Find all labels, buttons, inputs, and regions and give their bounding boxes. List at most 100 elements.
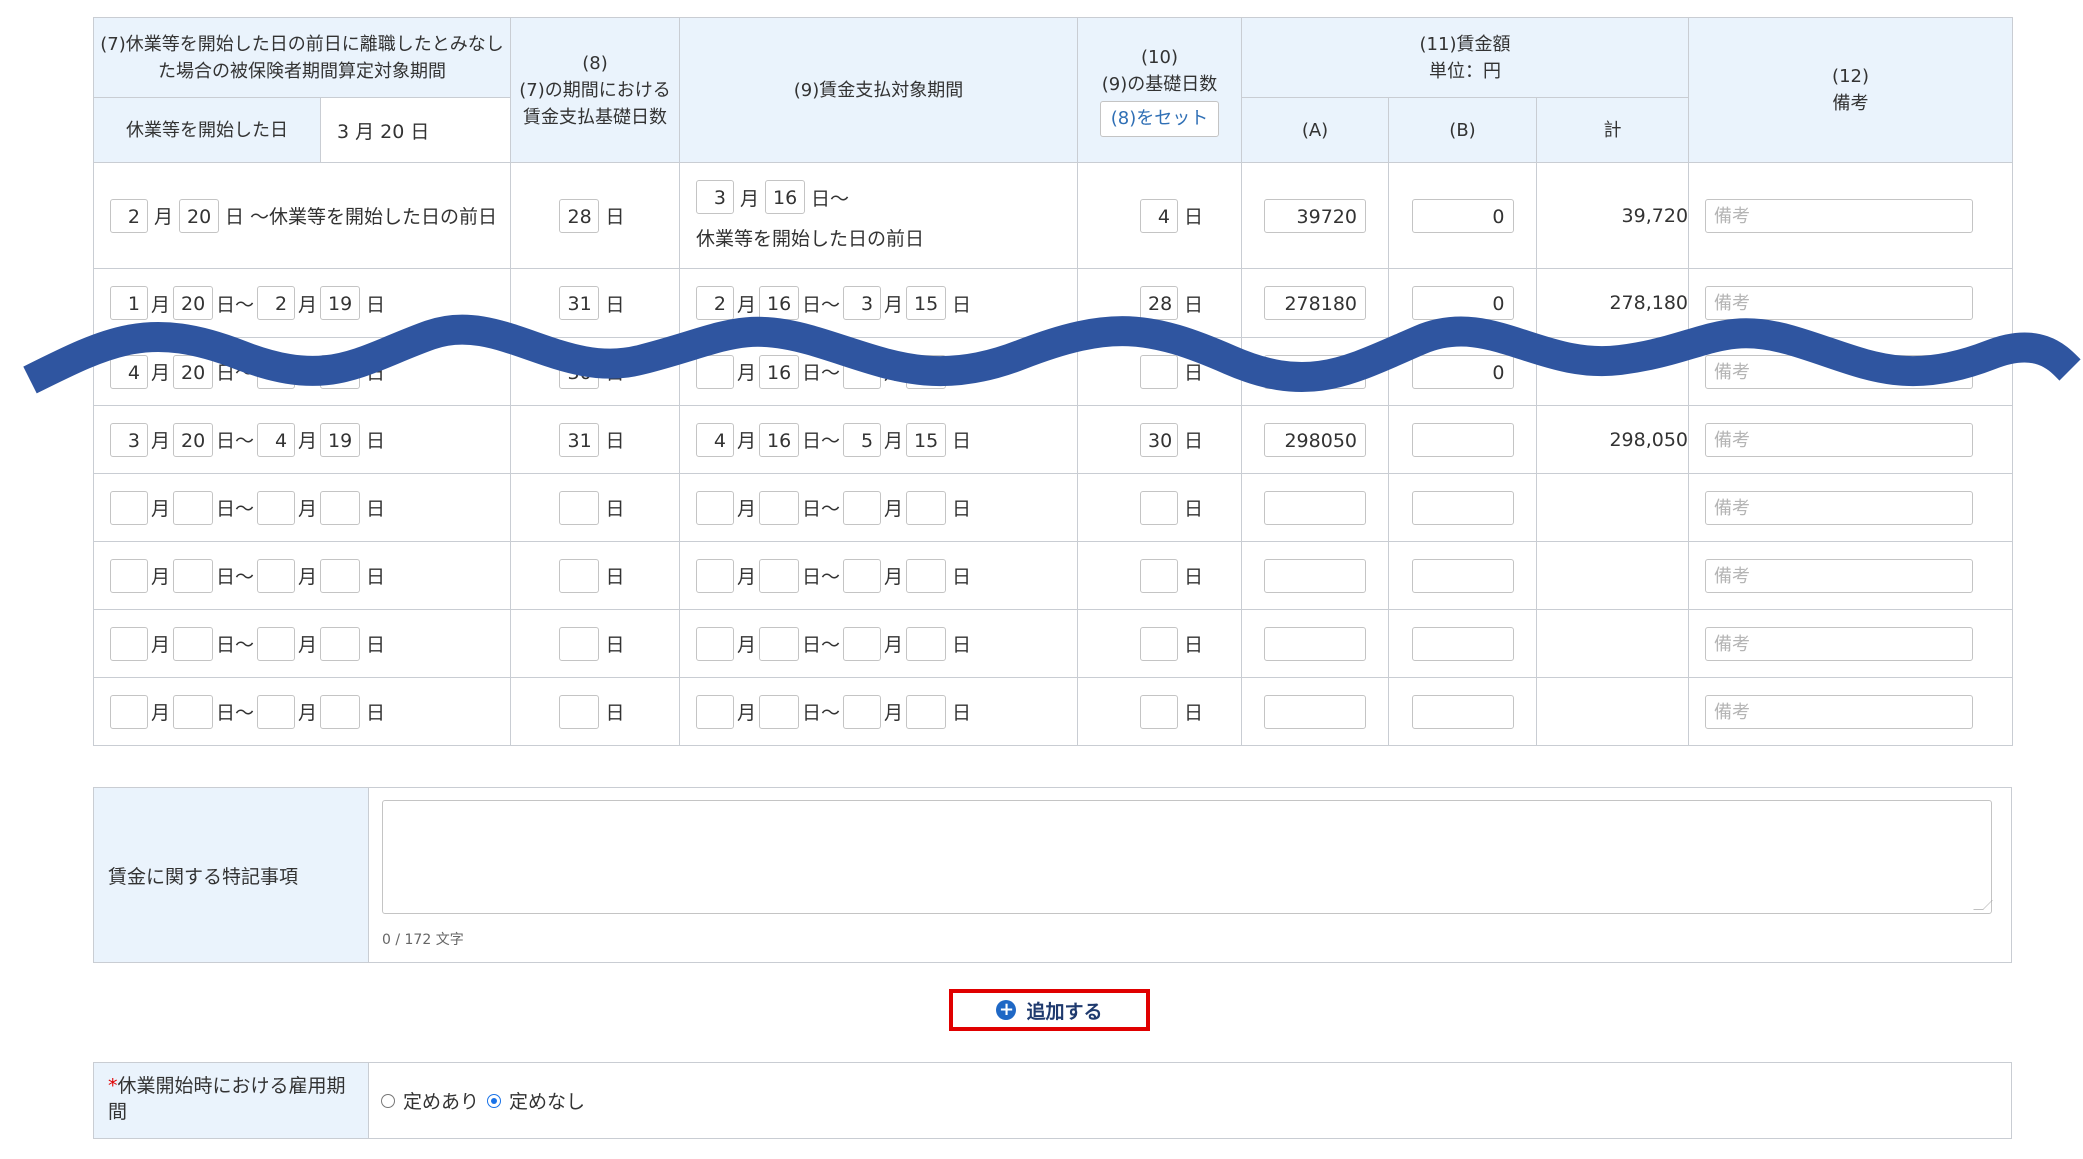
p7-to-day-input[interactable] [320,558,361,593]
p9-from-day-input[interactable] [759,626,800,661]
p7-from-day-input[interactable] [173,490,214,525]
radio-no-fixed-term[interactable]: 定めなし [487,1087,585,1114]
days8-input[interactable] [559,694,600,729]
p9-from-month-input[interactable] [696,354,734,389]
days10-input[interactable] [1139,490,1178,525]
days10-input[interactable] [1139,694,1178,729]
p9-from-day-input[interactable] [759,558,800,593]
amount-a-input[interactable] [1264,626,1366,661]
p9-from-month-input[interactable]: 4 [696,422,734,457]
note-input[interactable]: 備考 [1705,558,1974,593]
days8-input[interactable]: 28 [559,198,600,233]
p7-to-month-input[interactable]: 4 [257,422,296,457]
note-input[interactable]: 備考 [1705,422,1974,457]
p9-to-month-input[interactable] [843,626,882,661]
p9-from-day-input[interactable] [759,490,800,525]
amount-a-input[interactable]: 278180 [1264,286,1366,320]
amount-a-input[interactable] [1264,558,1366,593]
p7-to-month-input[interactable] [257,490,296,525]
p9-from-day-input[interactable] [759,694,800,729]
note-input[interactable]: 備考 [1705,626,1974,661]
p9-from-month-input[interactable]: 3 [696,180,734,214]
p9-from-month-input[interactable] [696,558,734,593]
p7-to-day-input[interactable]: 19 [320,422,361,457]
days8-input[interactable] [559,490,600,525]
p9-to-day-input[interactable]: 15 [906,286,947,320]
p9-to-month-input[interactable]: 5 [843,422,882,457]
days10-input[interactable]: 28 [1139,286,1178,320]
amount-a-input[interactable]: 39720 [1264,198,1366,233]
note-input[interactable]: 備考 [1705,286,1974,320]
p7-to-month-input[interactable] [257,626,296,661]
p7-from-month-input[interactable] [110,694,148,729]
p7-to-day-input[interactable] [320,626,361,661]
p7-from-day-input[interactable] [173,626,214,661]
p7-from-month-input[interactable]: 4 [110,354,148,389]
p7-from-month-input[interactable]: 2 [110,198,148,233]
p9-from-month-input[interactable] [696,490,734,525]
p7-to-day-input[interactable] [320,490,361,525]
note-input[interactable]: 備考 [1705,198,1974,233]
p7-from-month-input[interactable] [110,626,148,661]
p7-from-month-input[interactable] [110,490,148,525]
note-input[interactable]: 備考 [1705,490,1974,525]
p9-from-day-input[interactable]: 16 [759,354,800,389]
days8-input[interactable]: 31 [559,286,600,320]
p9-to-month-input[interactable] [843,354,882,389]
amount-b-input[interactable] [1411,626,1514,661]
radio-selected-icon[interactable] [487,1093,502,1108]
amount-a-input[interactable] [1264,694,1366,729]
p7-to-month-input[interactable] [257,354,296,389]
amount-b-input[interactable]: 0 [1411,198,1514,233]
p7-from-month-input[interactable]: 3 [110,422,148,457]
p9-from-month-input[interactable] [696,694,734,729]
amount-b-input[interactable] [1411,558,1514,593]
days8-input[interactable]: 30 [559,354,600,389]
radio-fixed-term[interactable]: 定めあり [381,1087,479,1114]
days10-input[interactable]: 4 [1139,198,1178,233]
amount-b-input[interactable] [1411,694,1514,729]
p7-from-day-input[interactable] [173,558,214,593]
days10-input[interactable]: 30 [1139,422,1178,457]
days8-input[interactable] [559,558,600,593]
wage-notes-textarea[interactable] [382,800,1992,914]
p7-to-day-input[interactable] [320,694,361,729]
p9-to-day-input[interactable] [906,354,947,389]
p7-to-day-input[interactable]: 19 [320,354,361,389]
p7-from-day-input[interactable]: 20 [179,198,220,233]
p9-to-day-input[interactable] [906,490,947,525]
p9-to-month-input[interactable] [843,490,882,525]
p7-from-month-input[interactable]: 1 [110,286,148,320]
p9-to-month-input[interactable] [843,558,882,593]
days10-input[interactable] [1139,354,1178,389]
set-days-button[interactable]: (8)をセット [1099,100,1220,137]
p7-from-day-input[interactable]: 20 [173,354,214,389]
p9-to-month-input[interactable] [843,694,882,729]
amount-b-input[interactable]: 0 [1411,354,1514,389]
p7-from-month-input[interactable] [110,558,148,593]
p7-to-day-input[interactable]: 19 [320,286,361,320]
p9-from-day-input[interactable]: 16 [759,422,800,457]
p9-to-day-input[interactable]: 15 [906,422,947,457]
days8-input[interactable]: 31 [559,422,600,457]
note-input[interactable]: 備考 [1705,354,1974,389]
p9-to-day-input[interactable] [906,558,947,593]
amount-b-input[interactable] [1411,490,1514,525]
p9-from-month-input[interactable]: 2 [696,286,734,320]
p7-from-day-input[interactable]: 20 [173,286,214,320]
p7-from-day-input[interactable] [173,694,214,729]
days8-input[interactable] [559,626,600,661]
amount-a-input[interactable]: 3080 [1264,354,1366,389]
add-button[interactable]: + 追加する [949,989,1150,1031]
amount-a-input[interactable]: 298050 [1264,422,1366,457]
amount-a-input[interactable] [1264,490,1366,525]
p9-to-month-input[interactable]: 3 [843,286,882,320]
p7-to-month-input[interactable]: 2 [257,286,296,320]
radio-icon[interactable] [381,1093,395,1108]
days10-input[interactable] [1139,558,1178,593]
days10-input[interactable] [1139,626,1178,661]
p7-to-month-input[interactable] [257,694,296,729]
p7-to-month-input[interactable] [257,558,296,593]
p9-to-day-input[interactable] [906,626,947,661]
p9-from-day-input[interactable]: 16 [765,180,806,214]
